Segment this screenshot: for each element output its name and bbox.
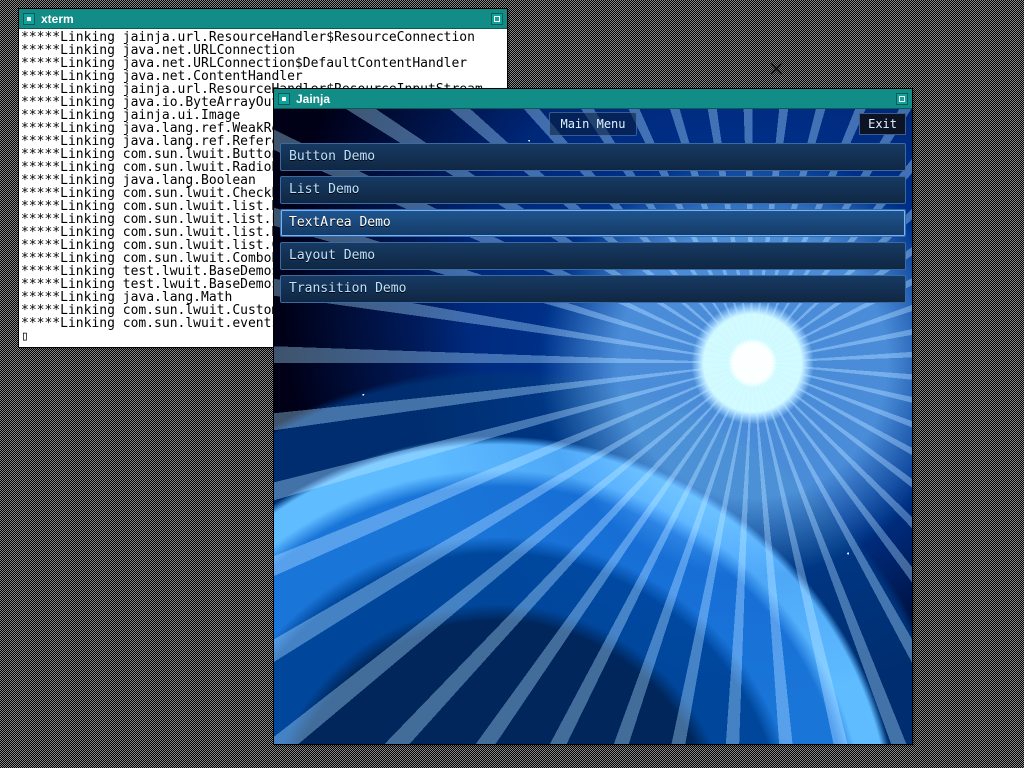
jainja-window: Jainja Main Menu Exit Button Demo List De… [273, 88, 913, 745]
window-menu-icon[interactable] [278, 93, 290, 105]
xterm-title: xterm [41, 13, 74, 25]
menu-item[interactable]: Layout Demo [280, 242, 906, 270]
jainja-titlebar[interactable]: Jainja [274, 89, 912, 109]
main-menu-list: Button Demo List Demo TextArea Demo Layout … [274, 139, 912, 307]
menu-item[interactable]: List Demo [280, 176, 906, 204]
page-title: Main Menu [549, 112, 636, 136]
maximize-icon[interactable] [491, 13, 503, 25]
menu-item[interactable]: Transition Demo [280, 275, 906, 303]
jainja-content: Main Menu Exit Button Demo List Demo TextA… [274, 109, 912, 744]
jainja-title: Jainja [296, 93, 330, 105]
maximize-icon[interactable] [896, 93, 908, 105]
app-header: Main Menu Exit [274, 109, 912, 139]
window-menu-icon[interactable] [23, 13, 35, 25]
exit-button[interactable]: Exit [859, 113, 906, 135]
menu-item[interactable]: Button Demo [280, 143, 906, 171]
close-icon[interactable]: ✕ [768, 60, 785, 80]
xterm-titlebar[interactable]: xterm [19, 9, 507, 29]
menu-item[interactable]: TextArea Demo [280, 209, 906, 237]
